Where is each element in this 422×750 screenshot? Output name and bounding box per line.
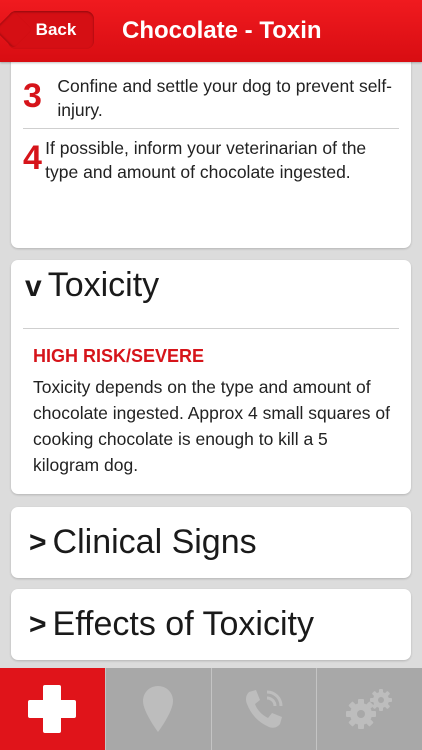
divider xyxy=(23,328,399,329)
divider xyxy=(23,128,399,129)
back-button-label: Back xyxy=(35,20,77,39)
tab-locations[interactable] xyxy=(104,668,211,750)
first-aid-cross-icon xyxy=(28,685,77,733)
step-number: 3 xyxy=(23,77,42,115)
chevron-down-icon: v xyxy=(25,270,42,303)
step-item: 4 If possible, inform your veterinarian … xyxy=(23,136,399,184)
tab-first-aid[interactable] xyxy=(0,668,105,750)
first-aid-steps-card: 3 Confine and settle your dog to prevent… xyxy=(11,62,411,248)
map-pin-icon xyxy=(143,686,174,732)
clinical-signs-section[interactable]: > Clinical Signs xyxy=(11,507,411,578)
page-title: Chocolate - Toxin xyxy=(122,17,322,44)
back-button[interactable]: Back xyxy=(8,11,94,49)
tab-bar xyxy=(0,668,422,750)
clinical-signs-header[interactable]: > Clinical Signs xyxy=(29,507,257,578)
settings-gears-icon xyxy=(345,689,392,729)
section-title: Effects of Toxicity xyxy=(52,605,314,643)
tab-call[interactable] xyxy=(210,668,317,750)
toxicity-description: Toxicity depends on the type and amount … xyxy=(33,377,391,475)
step-text: Confine and settle your dog to prevent s… xyxy=(57,76,393,120)
tab-settings[interactable] xyxy=(316,668,422,750)
phone-call-icon xyxy=(245,690,283,728)
nav-bar: Back Chocolate - Toxin xyxy=(0,0,422,62)
chevron-right-icon: > xyxy=(29,607,47,641)
step-item: 3 Confine and settle your dog to prevent… xyxy=(23,74,399,122)
section-title: Toxicity xyxy=(47,266,160,304)
effects-of-toxicity-header[interactable]: > Effects of Toxicity xyxy=(29,589,314,660)
risk-level-label: HIGH RISK/SEVERE xyxy=(33,346,205,366)
step-number: 4 xyxy=(23,139,42,177)
chevron-right-icon: > xyxy=(29,525,47,559)
content-scroll-area[interactable]: 3 Confine and settle your dog to prevent… xyxy=(0,62,422,668)
effects-of-toxicity-section[interactable]: > Effects of Toxicity xyxy=(11,589,411,660)
section-title: Clinical Signs xyxy=(52,523,257,561)
step-text: If possible, inform your veterinarian of… xyxy=(45,138,367,182)
toxicity-header[interactable]: v Toxicity xyxy=(25,266,159,305)
toxicity-section: v Toxicity HIGH RISK/SEVERE Toxicity depe… xyxy=(11,260,411,494)
